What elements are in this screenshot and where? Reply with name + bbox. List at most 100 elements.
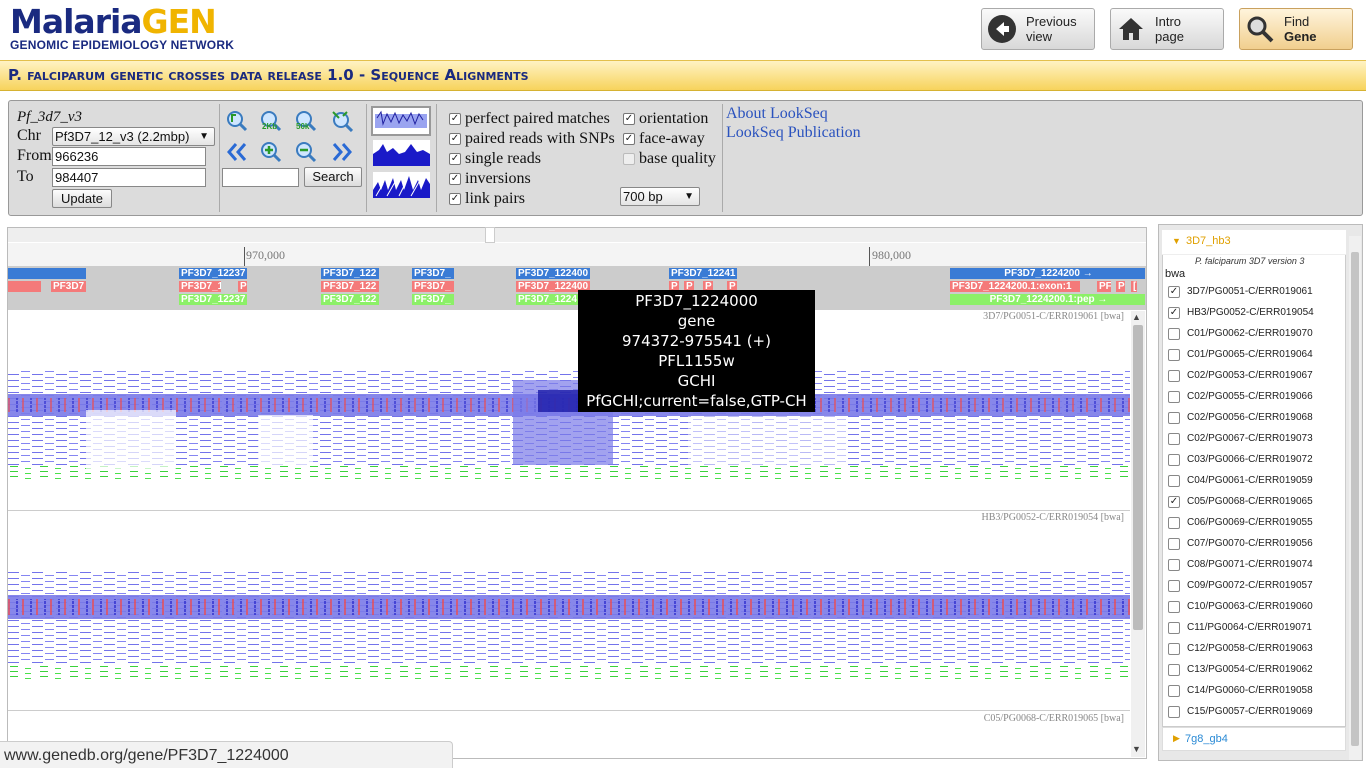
intro-label: Intro <box>1155 14 1182 29</box>
scroll-left-icon[interactable] <box>226 141 248 163</box>
samples-scroll-thumb[interactable] <box>1351 252 1359 746</box>
scroll-up-icon[interactable]: ▲ <box>1132 312 1141 322</box>
find-gene-button[interactable]: Find Gene <box>1239 8 1353 50</box>
exon-feature[interactable]: P <box>238 281 247 292</box>
checkbox-orientation[interactable]: ✓ <box>623 113 635 125</box>
sample-checkbox[interactable] <box>1168 328 1180 340</box>
sample-checkbox[interactable] <box>1168 622 1180 634</box>
exon-feature[interactable]: PF3D7_1 <box>179 281 221 292</box>
sample-checkbox[interactable] <box>1168 706 1180 718</box>
peptide-feature[interactable]: PF3D7_1224 <box>516 294 578 305</box>
sample-checkbox[interactable] <box>1168 559 1180 571</box>
exon-feature[interactable]: PF3D7 <box>51 281 86 292</box>
checkbox-single-reads[interactable]: ✓ <box>449 153 461 165</box>
intro-page-button[interactable]: Intro page <box>1110 8 1224 50</box>
gene-feature[interactable]: PF3D7_12237 <box>179 268 247 279</box>
exon-feature[interactable]: PF <box>1097 281 1111 292</box>
sample-checkbox[interactable] <box>1168 349 1180 361</box>
view-mode-pileup-icon[interactable] <box>373 172 430 198</box>
sample-checkbox[interactable]: ✓ <box>1168 307 1180 319</box>
scroll-right-icon[interactable] <box>331 141 353 163</box>
chromosome-select[interactable]: Pf3D7_12_v3 (2.2mbp) ▼ <box>52 127 215 146</box>
checkbox-inversions[interactable]: ✓ <box>449 173 461 185</box>
horizontal-scrollbar[interactable] <box>8 228 1146 242</box>
gene-feature[interactable]: PF3D7_ <box>412 268 454 279</box>
divider <box>219 104 220 212</box>
sample-checkbox[interactable] <box>1168 391 1180 403</box>
sample-name: C12/PG0058-C/ERR019063 <box>1187 643 1313 654</box>
tooltip-range: 974372-975541 (+) <box>622 332 771 350</box>
sample-group-header[interactable]: ▶ 7g8_gb4 <box>1162 727 1346 751</box>
sample-checkbox[interactable] <box>1168 664 1180 676</box>
exon-feature[interactable]: [ <box>1131 281 1137 292</box>
zoom-50k-icon[interactable]: 50k <box>295 110 317 132</box>
tooltip-gene-id: PF3D7_1224000 <box>635 292 758 310</box>
gene-feature[interactable]: PF3D7_1224200 → <box>950 268 1145 279</box>
to-label: To <box>17 168 34 185</box>
view-mode-reads-icon[interactable] <box>371 106 431 136</box>
sample-checkbox[interactable] <box>1168 433 1180 445</box>
sample-checkbox[interactable] <box>1168 538 1180 550</box>
checkbox-base-quality[interactable] <box>623 153 635 165</box>
to-input[interactable]: 984407 <box>52 168 206 187</box>
sample-checkbox[interactable] <box>1168 517 1180 529</box>
scroll-handle[interactable] <box>485 227 495 243</box>
exon-feature[interactable] <box>8 281 41 292</box>
exon-feature[interactable]: PF3D7_122 <box>321 281 379 292</box>
zoom-2kb-label: 2Kb <box>262 122 278 131</box>
gene-feature[interactable]: PF3D7_122 <box>321 268 379 279</box>
malariagen-logo[interactable]: MalariaGEN GENOMIC EPIDEMIOLOGY NETWORK <box>10 5 234 52</box>
scroll-down-icon[interactable]: ▼ <box>1132 744 1141 754</box>
page-label: page <box>1155 29 1184 44</box>
zoom-region-icon[interactable] <box>295 141 317 163</box>
exon-feature[interactable]: PF3D7_1224200.1:exon:1 <box>950 281 1080 292</box>
tooltip-symbol: GCHI <box>677 372 716 390</box>
peptide-feature[interactable]: PF3D7_1224200.1:pep → <box>950 294 1145 305</box>
sample-checkbox[interactable] <box>1168 454 1180 466</box>
zoom-2kb-icon[interactable]: 2Kb <box>260 110 282 132</box>
exon-feature[interactable]: P <box>1116 281 1125 292</box>
sample-checkbox[interactable] <box>1168 601 1180 613</box>
zoom-in-icon[interactable] <box>260 141 282 163</box>
exon-feature[interactable]: PF3D7_ <box>412 281 454 292</box>
search-button[interactable]: Search <box>304 167 362 187</box>
ruler-tick <box>244 247 245 267</box>
view-mode-coverage-icon[interactable] <box>373 140 430 166</box>
checkbox-paired-snps[interactable]: ✓ <box>449 133 461 145</box>
checkbox-perfect-paired[interactable]: ✓ <box>449 113 461 125</box>
gene-feature[interactable]: PF3D7_122400 <box>516 268 590 279</box>
sample-checkbox[interactable] <box>1168 580 1180 592</box>
peptide-feature[interactable]: PF3D7_ <box>412 294 454 305</box>
peptide-feature[interactable]: PF3D7_12237 <box>179 294 247 305</box>
sample-checkbox[interactable] <box>1168 475 1180 487</box>
sample-name: C05/PG0068-C/ERR019065 <box>1187 496 1313 507</box>
sample-checkbox[interactable]: ✓ <box>1168 496 1180 508</box>
gene-feature[interactable] <box>8 268 86 279</box>
sample-checkbox[interactable]: ✓ <box>1168 286 1180 298</box>
sample-checkbox[interactable] <box>1168 412 1180 424</box>
chromosome-value: Pf3D7_12_v3 (2.2mbp) <box>55 129 190 144</box>
option-single-reads-label: single reads <box>465 150 541 167</box>
sample-checkbox[interactable] <box>1168 685 1180 697</box>
insert-size-select[interactable]: 700 bp ▼ <box>620 187 700 206</box>
ruler-tick-label: 980,000 <box>872 248 911 262</box>
zoom-out-icon[interactable] <box>226 110 248 132</box>
sample-group-title: 3D7_hb3 <box>1186 235 1231 247</box>
about-lookseq-link[interactable]: About LookSeq <box>726 105 828 123</box>
sample-checkbox[interactable] <box>1168 370 1180 382</box>
update-button[interactable]: Update <box>52 189 112 208</box>
sample-checkbox[interactable] <box>1168 643 1180 655</box>
view-label: view <box>1026 29 1053 44</box>
lookseq-publication-link[interactable]: LookSeq Publication <box>726 124 861 142</box>
sample-name: C11/PG0064-C/ERR019071 <box>1187 622 1312 633</box>
peptide-feature[interactable]: PF3D7_122 <box>321 294 379 305</box>
vertical-scroll-thumb[interactable] <box>1133 325 1143 630</box>
checkbox-face-away[interactable]: ✓ <box>623 133 635 145</box>
from-input[interactable]: 966236 <box>52 147 206 166</box>
gene-feature[interactable]: PF3D7_12241 <box>669 268 737 279</box>
gene-search-input[interactable] <box>222 168 299 187</box>
sample-group-header[interactable]: ▼ 3D7_hb3 <box>1162 230 1346 255</box>
previous-view-button[interactable]: Previous view <box>981 8 1095 50</box>
checkbox-link-pairs[interactable]: ✓ <box>449 193 461 205</box>
zoom-fit-icon[interactable] <box>331 110 354 133</box>
